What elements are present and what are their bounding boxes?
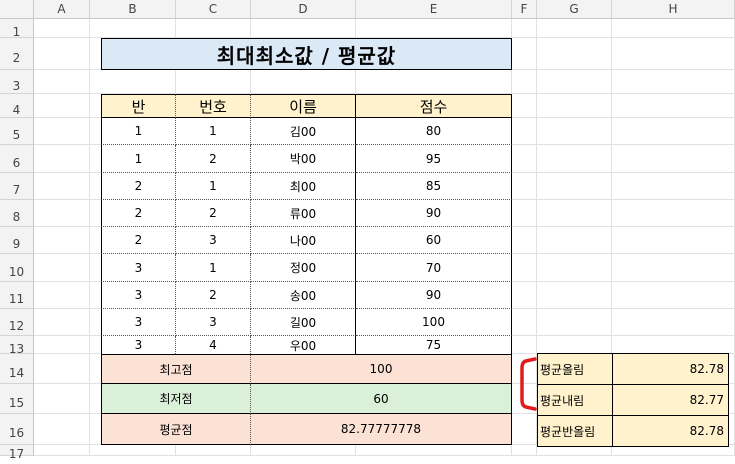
rounding-value-round[interactable]: 82.78: [612, 415, 729, 447]
table-cell[interactable]: 류00: [251, 200, 356, 227]
header-name[interactable]: 이름: [251, 94, 356, 118]
table-cell[interactable]: 2: [176, 200, 251, 227]
table-cell[interactable]: 송00: [251, 282, 356, 309]
table-cell[interactable]: 1: [101, 145, 176, 173]
row-header-4[interactable]: 4: [0, 94, 34, 118]
table-cell[interactable]: 2: [101, 227, 176, 254]
row-header-16[interactable]: 16: [0, 414, 34, 445]
summary-value-avg[interactable]: 82.77777778: [251, 414, 512, 445]
table-cell[interactable]: 2: [176, 145, 251, 173]
row-header-10[interactable]: 10: [0, 254, 34, 282]
column-header-D[interactable]: D: [251, 0, 356, 19]
table-cell[interactable]: 최00: [251, 173, 356, 200]
row-header-9[interactable]: 9: [0, 227, 34, 254]
select-all-corner[interactable]: [0, 0, 34, 19]
row-header-2[interactable]: 2: [0, 38, 34, 70]
summary-label-min[interactable]: 최저점: [101, 384, 251, 414]
table-cell[interactable]: 4: [176, 336, 251, 354]
table-cell[interactable]: 1: [176, 118, 251, 145]
sheet-title[interactable]: 최대최소값 / 평균값: [101, 38, 512, 70]
rounding-value-up[interactable]: 82.78: [612, 353, 729, 385]
rounding-value-down[interactable]: 82.77: [612, 384, 729, 416]
table-cell[interactable]: 우00: [251, 336, 356, 354]
table-cell[interactable]: 95: [356, 145, 512, 173]
table-cell[interactable]: 75: [356, 336, 512, 354]
column-header-A[interactable]: A: [34, 0, 90, 19]
table-cell[interactable]: 70: [356, 254, 512, 282]
table-cell[interactable]: 3: [176, 309, 251, 336]
row-header-6[interactable]: 6: [0, 145, 34, 173]
table-cell[interactable]: 90: [356, 282, 512, 309]
table-cell[interactable]: 3: [101, 309, 176, 336]
table-cell[interactable]: 1: [176, 173, 251, 200]
column-header-B[interactable]: B: [90, 0, 176, 19]
summary-label-max[interactable]: 최고점: [101, 354, 251, 384]
table-cell[interactable]: 2: [176, 282, 251, 309]
table-cell[interactable]: 박00: [251, 145, 356, 173]
column-header-G[interactable]: G: [537, 0, 612, 19]
row-header-11[interactable]: 11: [0, 282, 34, 309]
table-cell[interactable]: 90: [356, 200, 512, 227]
table-cell[interactable]: 85: [356, 173, 512, 200]
column-header-H[interactable]: H: [612, 0, 735, 19]
header-class[interactable]: 반: [101, 94, 176, 118]
table-cell[interactable]: 60: [356, 227, 512, 254]
header-number[interactable]: 번호: [176, 94, 251, 118]
rounding-label-round[interactable]: 평균반올림: [537, 415, 613, 447]
row-header-7[interactable]: 7: [0, 173, 34, 200]
table-cell[interactable]: 길00: [251, 309, 356, 336]
red-bracket-annotation: [520, 357, 537, 411]
table-cell[interactable]: 2: [101, 173, 176, 200]
column-header-F[interactable]: F: [512, 0, 537, 19]
table-cell[interactable]: 2: [101, 200, 176, 227]
table-cell[interactable]: 3: [101, 282, 176, 309]
row-header-12[interactable]: 12: [0, 309, 34, 336]
row-header-8[interactable]: 8: [0, 200, 34, 227]
rounding-label-up[interactable]: 평균올림: [537, 353, 613, 385]
row-header-1[interactable]: 1: [0, 19, 34, 39]
summary-value-min[interactable]: 60: [251, 384, 512, 414]
row-header-13[interactable]: 13: [0, 336, 34, 356]
table-cell[interactable]: 3: [176, 227, 251, 254]
table-cell[interactable]: 3: [101, 336, 176, 354]
table-cell[interactable]: 김00: [251, 118, 356, 145]
row-header-14[interactable]: 14: [0, 354, 34, 384]
row-header-3[interactable]: 3: [0, 70, 34, 94]
table-cell[interactable]: 1: [101, 118, 176, 145]
table-cell[interactable]: 80: [356, 118, 512, 145]
column-header-E[interactable]: E: [356, 0, 512, 19]
gridline-vertical: [89, 19, 90, 456]
table-cell[interactable]: 100: [356, 309, 512, 336]
table-cell[interactable]: 1: [176, 254, 251, 282]
summary-label-avg[interactable]: 평균점: [101, 414, 251, 445]
table-cell[interactable]: 정00: [251, 254, 356, 282]
header-score[interactable]: 점수: [356, 94, 512, 118]
table-cell[interactable]: 3: [101, 254, 176, 282]
row-header-5[interactable]: 5: [0, 118, 34, 145]
summary-value-max[interactable]: 100: [251, 354, 512, 384]
column-header-C[interactable]: C: [176, 0, 251, 19]
table-cell[interactable]: 나00: [251, 227, 356, 254]
row-header-17[interactable]: 17: [0, 445, 34, 461]
rounding-label-down[interactable]: 평균내림: [537, 384, 613, 416]
row-header-15[interactable]: 15: [0, 384, 34, 414]
